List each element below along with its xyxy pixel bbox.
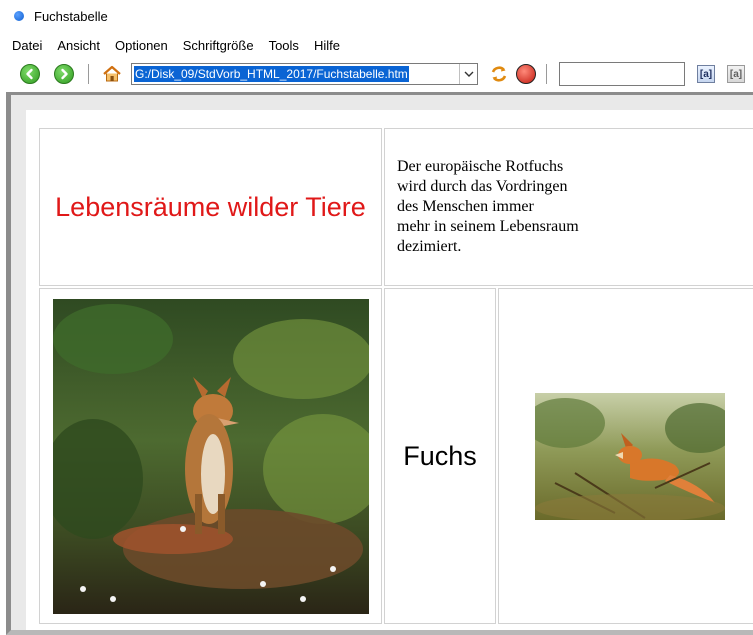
forward-arrow-icon bbox=[61, 68, 68, 80]
menu-ansicht[interactable]: Ansicht bbox=[57, 38, 100, 53]
small-image-cell bbox=[498, 288, 753, 624]
find-next-icon: [a] bbox=[729, 68, 743, 80]
toolbar: G:/Disk_09/StdVorb_HTML_2017/Fuchstabell… bbox=[0, 58, 753, 90]
refresh-icon bbox=[491, 66, 507, 82]
back-button[interactable] bbox=[20, 64, 40, 84]
refresh-button[interactable] bbox=[488, 63, 510, 85]
browser-content-frame: Lebensräume wilder Tiere Der europäische… bbox=[6, 92, 753, 635]
menu-datei[interactable]: Datei bbox=[12, 38, 42, 53]
window-title: Fuchstabelle bbox=[34, 8, 108, 24]
label-cell: Fuchs bbox=[384, 288, 496, 624]
address-input[interactable]: G:/Disk_09/StdVorb_HTML_2017/Fuchstabell… bbox=[134, 66, 409, 82]
title-bar: Fuchstabelle bbox=[0, 0, 753, 32]
description-cell: Der europäische Rotfuchs wird durch das … bbox=[384, 128, 753, 286]
toolbar-separator bbox=[88, 64, 89, 84]
menu-schriftgroesse[interactable]: Schriftgröße bbox=[183, 38, 254, 53]
heading-cell: Lebensräume wilder Tiere bbox=[39, 128, 382, 286]
app-icon bbox=[14, 11, 24, 21]
find-next-button[interactable]: [a] bbox=[727, 65, 745, 83]
address-dropdown-button[interactable] bbox=[459, 64, 477, 84]
home-button[interactable] bbox=[101, 63, 123, 85]
search-input[interactable] bbox=[559, 62, 685, 86]
forward-button[interactable] bbox=[54, 64, 74, 84]
toolbar-separator bbox=[546, 64, 547, 84]
fox-label: Fuchs bbox=[403, 440, 477, 471]
fox-table: Lebensräume wilder Tiere Der europäische… bbox=[37, 126, 753, 626]
menu-tools[interactable]: Tools bbox=[269, 38, 299, 53]
description-text: Der europäische Rotfuchs wird durch das … bbox=[397, 158, 579, 255]
running-fox-image bbox=[534, 392, 725, 520]
large-image-cell bbox=[39, 288, 382, 624]
back-arrow-icon bbox=[26, 68, 33, 80]
find-button[interactable]: [a] bbox=[697, 65, 715, 83]
menu-optionen[interactable]: Optionen bbox=[115, 38, 168, 53]
chevron-down-icon bbox=[464, 71, 473, 77]
page-heading: Lebensräume wilder Tiere bbox=[55, 191, 366, 222]
menu-hilfe[interactable]: Hilfe bbox=[314, 38, 340, 53]
home-icon bbox=[103, 65, 121, 82]
address-bar[interactable]: G:/Disk_09/StdVorb_HTML_2017/Fuchstabell… bbox=[131, 63, 478, 85]
menu-bar: Datei Ansicht Optionen Schriftgröße Tool… bbox=[0, 34, 753, 56]
find-icon: [a] bbox=[699, 68, 713, 80]
sitting-fox-image bbox=[52, 298, 369, 614]
stop-button[interactable] bbox=[516, 64, 536, 84]
page-viewport[interactable]: Lebensräume wilder Tiere Der europäische… bbox=[26, 110, 753, 630]
